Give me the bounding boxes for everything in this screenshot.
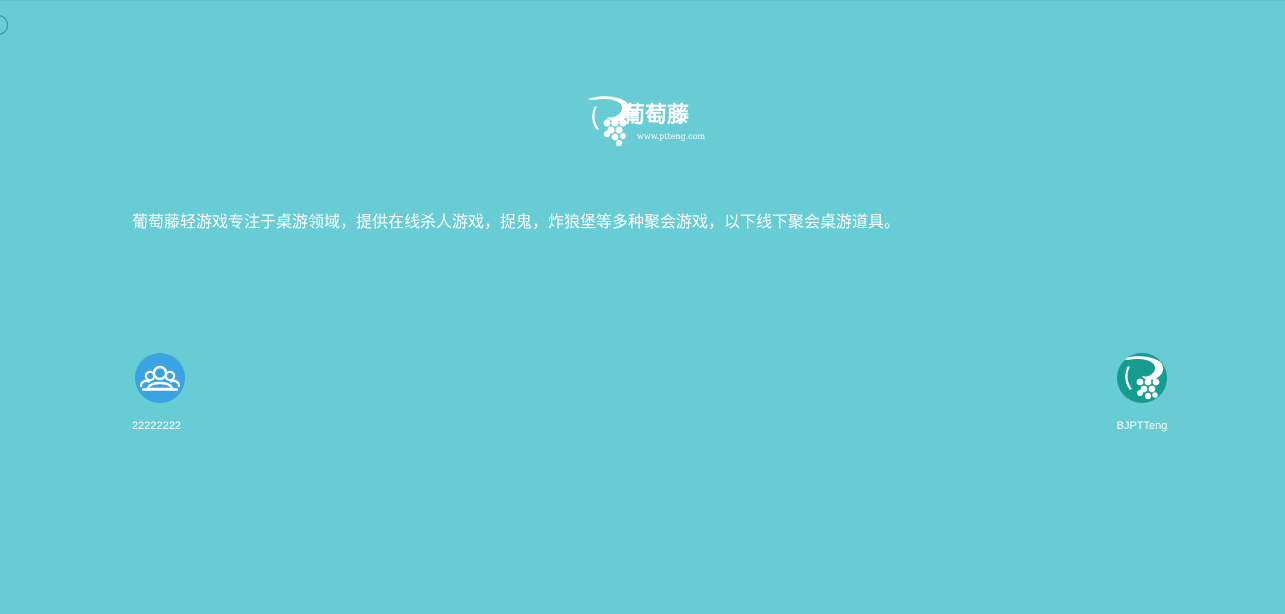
avatar[interactable] <box>135 353 185 403</box>
brand-url: www.ptteng.com <box>637 132 706 141</box>
group-users-icon <box>139 365 181 391</box>
contact-label: BJPTTeng <box>1116 420 1168 432</box>
intro-text: 葡萄藤轻游戏专注于桌游领域，提供在线杀人游戏，捉鬼，炸狼堡等多种聚会游戏，以下线… <box>132 212 901 231</box>
avatar[interactable] <box>1117 353 1167 403</box>
brand-name: 葡萄藤 <box>623 103 690 128</box>
grape-vine-logo-icon <box>1122 356 1164 400</box>
page: 葡萄藤 www.ptteng.com 葡萄藤轻游戏专注于桌游领域，提供在线杀人游… <box>0 0 1285 614</box>
contact-label: 22222222 <box>132 420 181 432</box>
contact-item-brand[interactable]: BJPTTeng <box>1112 353 1172 432</box>
contact-item-group[interactable]: 22222222 <box>130 353 190 432</box>
back-circle-icon[interactable] <box>0 15 8 35</box>
brand-logo: 葡萄藤 www.ptteng.com <box>585 93 725 149</box>
